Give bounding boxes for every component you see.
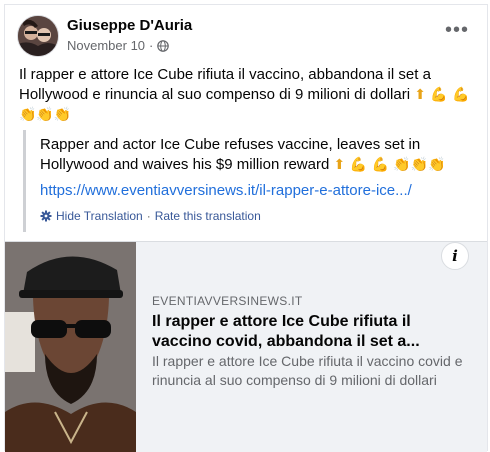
translated-text: Rapper and actor Ice Cube refuses vaccin… [40,135,470,175]
hide-translation-link[interactable]: Hide Translation [56,209,143,223]
gear-icon[interactable] [40,210,52,222]
post-date[interactable]: November 10 [67,38,145,53]
post-card: Giuseppe D'Auria November 10 · ••• Il ra… [4,4,488,452]
link-domain: EVENTIAVVERSINEWS.IT [152,294,303,308]
article-link[interactable]: https://www.eventiavversinews.it/il-rapp… [40,182,412,199]
translation-block: Rapper and actor Ice Cube refuses vaccin… [23,130,478,232]
article-thumbnail[interactable] [5,242,136,452]
clap-emojis: 👏👏👏 [19,107,72,123]
post-meta: November 10 · [67,38,170,53]
info-icon[interactable]: i [441,242,469,270]
post-text: Il rapper e attore Ice Cube rifiuta il v… [19,65,474,125]
translated-emojis: ⬆ 💪 💪 👏👏👏 [333,157,446,173]
rate-translation-link[interactable]: Rate this translation [155,209,261,223]
more-options-icon[interactable]: ••• [445,20,469,40]
actions-separator: · [146,209,151,223]
link-title[interactable]: Il rapper e attore Ice Cube rifiuta il v… [152,312,472,352]
post-emojis-inline: ⬆ 💪 💪 [414,87,470,103]
link-preview[interactable]: i EVENTIAVVERSINEWS.IT Il rapper e attor… [5,241,487,452]
globe-icon [157,39,170,52]
translation-actions: Hide Translation · Rate this translation [40,209,261,223]
link-description: Il rapper e attore Ice Cube rifiuta il v… [152,353,463,388]
meta-separator: · [149,38,154,53]
avatar[interactable] [17,15,59,57]
author-name[interactable]: Giuseppe D'Auria [67,17,192,34]
post-text-main: Il rapper e attore Ice Cube rifiuta il v… [19,66,431,103]
